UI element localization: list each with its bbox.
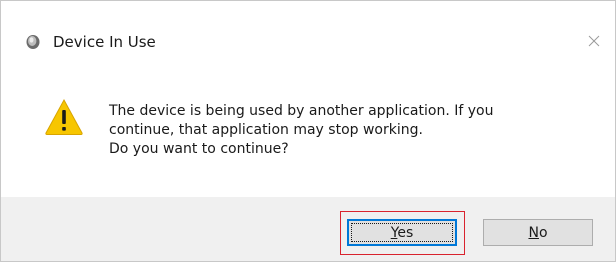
warning-icon [44, 98, 84, 136]
title-bar[interactable]: Device In Use [1, 1, 615, 67]
message-text: The device is being used by another appl… [109, 102, 599, 159]
close-button[interactable] [581, 29, 607, 55]
message-line: continue, that application may stop work… [109, 122, 423, 138]
close-icon [587, 33, 601, 52]
no-button[interactable]: No [483, 219, 593, 246]
no-mnemonic: N [528, 224, 539, 241]
speaker-icon [25, 34, 41, 50]
button-bar: Yes No [1, 197, 615, 261]
message-line: Do you want to continue? [109, 141, 289, 157]
window-title: Device In Use [53, 33, 156, 51]
no-label-rest: o [538, 224, 548, 241]
yes-button[interactable]: Yes [347, 219, 457, 246]
dialog-content: The device is being used by another appl… [1, 67, 615, 197]
yes-label-rest: es [397, 224, 414, 241]
message-line: The device is being used by another appl… [109, 103, 494, 119]
dialog-window: Device In Use The device is being used b… [0, 0, 616, 262]
no-button-label: No [528, 225, 547, 241]
yes-button-label: Yes [391, 225, 414, 241]
